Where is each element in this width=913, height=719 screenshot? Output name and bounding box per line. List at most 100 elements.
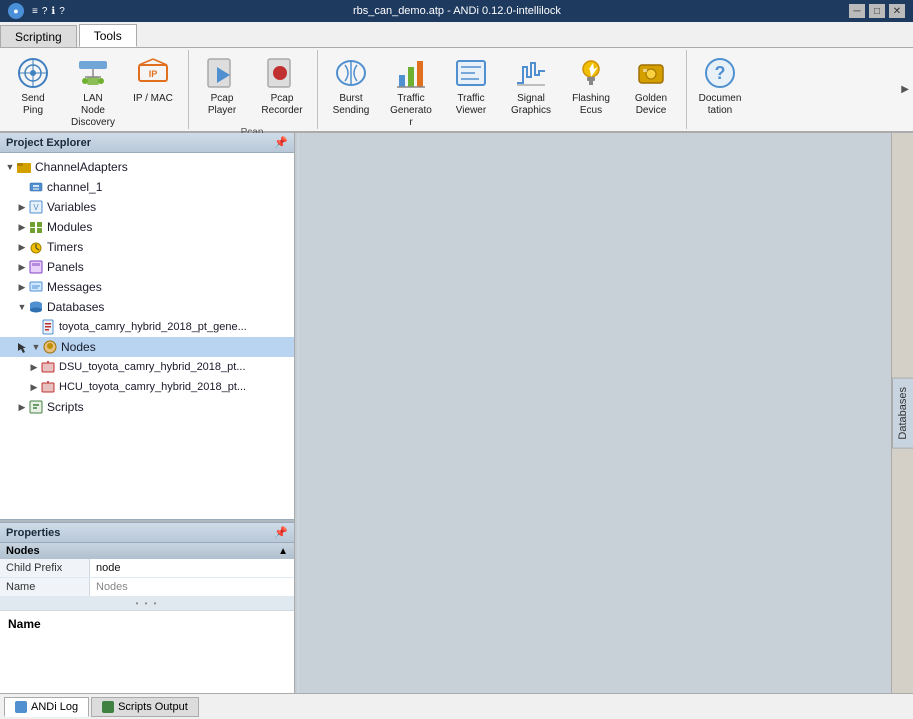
minimize-button[interactable]: ─ — [849, 4, 865, 18]
send-ping-icon — [15, 55, 51, 91]
tree-area[interactable]: ▼ ChannelAdapters ▶ channel_1 — [0, 153, 294, 519]
ip-mac-icon: IP — [135, 55, 171, 91]
signal-icon — [513, 55, 549, 91]
tab-tools[interactable]: Tools — [79, 24, 137, 47]
ip-mac-button[interactable]: IP IP / MAC — [124, 50, 182, 134]
expand-icon[interactable]: ▶ — [16, 401, 28, 413]
traffic-gen-label: Traffic Generator — [389, 93, 433, 129]
tree-item-channel-adapters[interactable]: ▼ ChannelAdapters — [0, 157, 294, 177]
panels-icon — [28, 259, 44, 275]
traffic-generator-button[interactable]: Traffic Generator — [382, 50, 440, 134]
close-button[interactable]: ✕ — [889, 4, 905, 18]
props-section-label: Nodes — [6, 545, 40, 557]
toolbar-group-help: ? Documentation — [691, 50, 749, 129]
cursor-icon — [16, 341, 28, 353]
tree-item-databases[interactable]: ▼ Databases — [0, 297, 294, 317]
flashing-icon — [573, 55, 609, 91]
info-icon[interactable]: ℹ — [51, 6, 55, 17]
pin-icon[interactable]: 📌 — [274, 136, 288, 149]
scripts-output-tab[interactable]: Scripts Output — [91, 697, 199, 717]
name-label: Name — [0, 578, 90, 596]
modules-icon — [28, 219, 44, 235]
titlebar: ● ≡ ? ℹ ? rbs_can_demo.atp - ANDi 0.12.0… — [0, 0, 913, 22]
tree-label: DSU_toyota_camry_hybrid_2018_pt... — [59, 361, 246, 373]
golden-label: Golden Device — [629, 93, 673, 117]
tree-label: Scripts — [47, 400, 84, 414]
documentation-button[interactable]: ? Documentation — [691, 50, 749, 125]
tab-bar: Scripting Tools — [0, 22, 913, 48]
props-row-child-prefix: Child Prefix node — [0, 559, 294, 578]
main-content — [299, 133, 891, 693]
tree-label: Nodes — [61, 340, 96, 354]
send-ping-button[interactable]: Send Ping — [4, 50, 62, 134]
pin-icon[interactable]: 📌 — [274, 526, 288, 539]
expand-icon[interactable]: ▶ — [16, 261, 28, 273]
tree-item-nodes[interactable]: ▼ Nodes — [0, 337, 294, 357]
tree-label: Panels — [47, 260, 84, 274]
project-explorer: Project Explorer 📌 ▼ ChannelAdapters ▶ — [0, 133, 294, 519]
signal-graphics-button[interactable]: Signal Graphics — [502, 50, 560, 134]
expand-icon[interactable]: ▶ — [16, 201, 28, 213]
properties-header: Properties 📌 — [0, 523, 294, 543]
tree-item-hcu[interactable]: ▶ HCU_toyota_camry_hybrid_2018_pt... — [0, 377, 294, 397]
props-row-name: Name Nodes — [0, 578, 294, 597]
expand-icon[interactable]: ▼ — [30, 341, 42, 353]
tree-item-db-file[interactable]: ▶ toyota_camry_hybrid_2018_pt_gene... — [0, 317, 294, 337]
tree-item-timers[interactable]: ▶ Timers — [0, 237, 294, 257]
toolbar-group-pcap: Pcap Player Pcap Recorder Pcap — [193, 50, 318, 129]
toolbar-scroll-right[interactable]: ▶ — [901, 84, 909, 95]
node-item-icon — [40, 379, 56, 395]
expand-icon[interactable]: ▶ — [16, 221, 28, 233]
tree-item-dsu[interactable]: ▶ DSU_toyota_camry_hybrid_2018_pt... — [0, 357, 294, 377]
tree-item-panels[interactable]: ▶ Panels — [0, 257, 294, 277]
lan-node-icon — [75, 55, 111, 91]
tree-item-channel1[interactable]: ▶ channel_1 — [0, 177, 294, 197]
pcap-recorder-button[interactable]: Pcap Recorder — [253, 50, 311, 125]
menu-icon[interactable]: ≡ — [32, 6, 38, 17]
tree-item-variables[interactable]: ▶ V Variables — [0, 197, 294, 217]
tree-label: Modules — [47, 220, 92, 234]
pcap-recorder-label: Pcap Recorder — [260, 93, 304, 117]
tree-label: Variables — [47, 200, 96, 214]
svg-text:?: ? — [715, 63, 726, 83]
traffic-viewer-button[interactable]: Traffic Viewer — [442, 50, 500, 134]
expand-icon[interactable]: ▶ — [16, 281, 28, 293]
flashing-ecus-button[interactable]: Flashing Ecus — [562, 50, 620, 134]
node-item-icon — [40, 359, 56, 375]
help-icon[interactable]: ? — [42, 6, 48, 17]
name-panel: Name — [0, 610, 294, 693]
toolbar: Send Ping LAN Node Discovery — [0, 48, 913, 133]
tree-item-scripts[interactable]: ▶ Scripts — [0, 397, 294, 417]
child-prefix-label: Child Prefix — [0, 559, 90, 577]
props-collapse-icon[interactable]: ▲ — [278, 546, 288, 557]
tree-label: toyota_camry_hybrid_2018_pt_gene... — [59, 321, 247, 333]
pcap-player-button[interactable]: Pcap Player — [193, 50, 251, 125]
docs-icon: ? — [702, 55, 738, 91]
expand-icon[interactable]: ▶ — [16, 241, 28, 253]
tree-label: HCU_toyota_camry_hybrid_2018_pt... — [59, 381, 246, 393]
andi-log-tab[interactable]: ANDi Log — [4, 697, 89, 717]
toolbar-group-misc: Burst Sending Traffic Generator — [322, 50, 687, 129]
golden-device-button[interactable]: Golden Device — [622, 50, 680, 134]
traffic-view-icon — [453, 55, 489, 91]
tab-scripting[interactable]: Scripting — [0, 25, 77, 47]
project-explorer-header: Project Explorer 📌 — [0, 133, 294, 153]
signal-label: Signal Graphics — [509, 93, 553, 117]
channel-icon — [28, 179, 44, 195]
traffic-gen-icon — [393, 55, 429, 91]
window-title: rbs_can_demo.atp - ANDi 0.12.0-intellilo… — [65, 5, 849, 17]
expand-icon[interactable]: ▶ — [28, 361, 40, 373]
expand-icon[interactable]: ▶ — [28, 381, 40, 393]
databases-sidebar-label[interactable]: Databases — [892, 378, 913, 449]
name-footer-label: Name — [8, 617, 41, 631]
expand-icon[interactable]: ▼ — [4, 161, 16, 173]
variables-icon: V — [28, 199, 44, 215]
ip-mac-label: IP / MAC — [133, 93, 173, 105]
tree-item-messages[interactable]: ▶ Messages — [0, 277, 294, 297]
maximize-button[interactable]: □ — [869, 4, 885, 18]
expand-icon[interactable]: ▼ — [16, 301, 28, 313]
burst-sending-button[interactable]: Burst Sending — [322, 50, 380, 134]
tree-item-modules[interactable]: ▶ Modules — [0, 217, 294, 237]
lan-node-discovery-button[interactable]: LAN Node Discovery — [64, 50, 122, 134]
splitter-dots[interactable]: • • • — [0, 597, 294, 610]
